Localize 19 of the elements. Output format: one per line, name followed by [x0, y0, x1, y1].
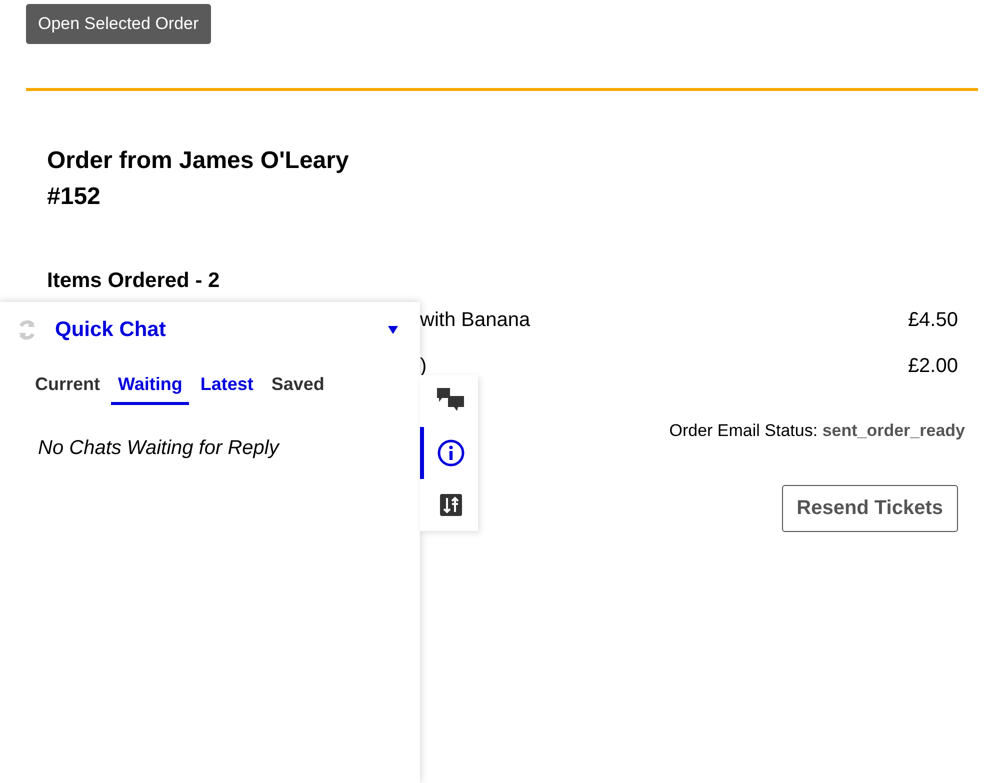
- item-price: £4.50: [908, 309, 958, 333]
- item-price: £2.00: [908, 355, 958, 379]
- sliders-icon: [440, 494, 462, 516]
- chat-tab[interactable]: Saved: [264, 370, 332, 405]
- order-title: Order from James O'Leary: [47, 147, 350, 175]
- order-number: #152: [47, 183, 102, 211]
- email-status: Order Email Status: sent_order_ready: [669, 421, 965, 441]
- caret-icon[interactable]: [388, 326, 398, 334]
- chat-tab[interactable]: Current: [28, 370, 108, 405]
- resend-tickets-button[interactable]: Resend Tickets: [782, 485, 958, 532]
- empty-message: No Chats Waiting for Reply: [38, 437, 281, 460]
- quick-chat-title: Quick Chat: [55, 318, 167, 342]
- open-order-button[interactable]: Open Selected Order: [26, 4, 211, 44]
- chat-tab[interactable]: Latest: [193, 370, 260, 405]
- info-icon: [437, 439, 465, 467]
- item-name: with Banana: [420, 309, 530, 333]
- items-heading: Items Ordered - 2: [47, 269, 221, 293]
- item-name: ): [420, 355, 427, 379]
- chat-tab[interactable]: Waiting: [111, 370, 190, 405]
